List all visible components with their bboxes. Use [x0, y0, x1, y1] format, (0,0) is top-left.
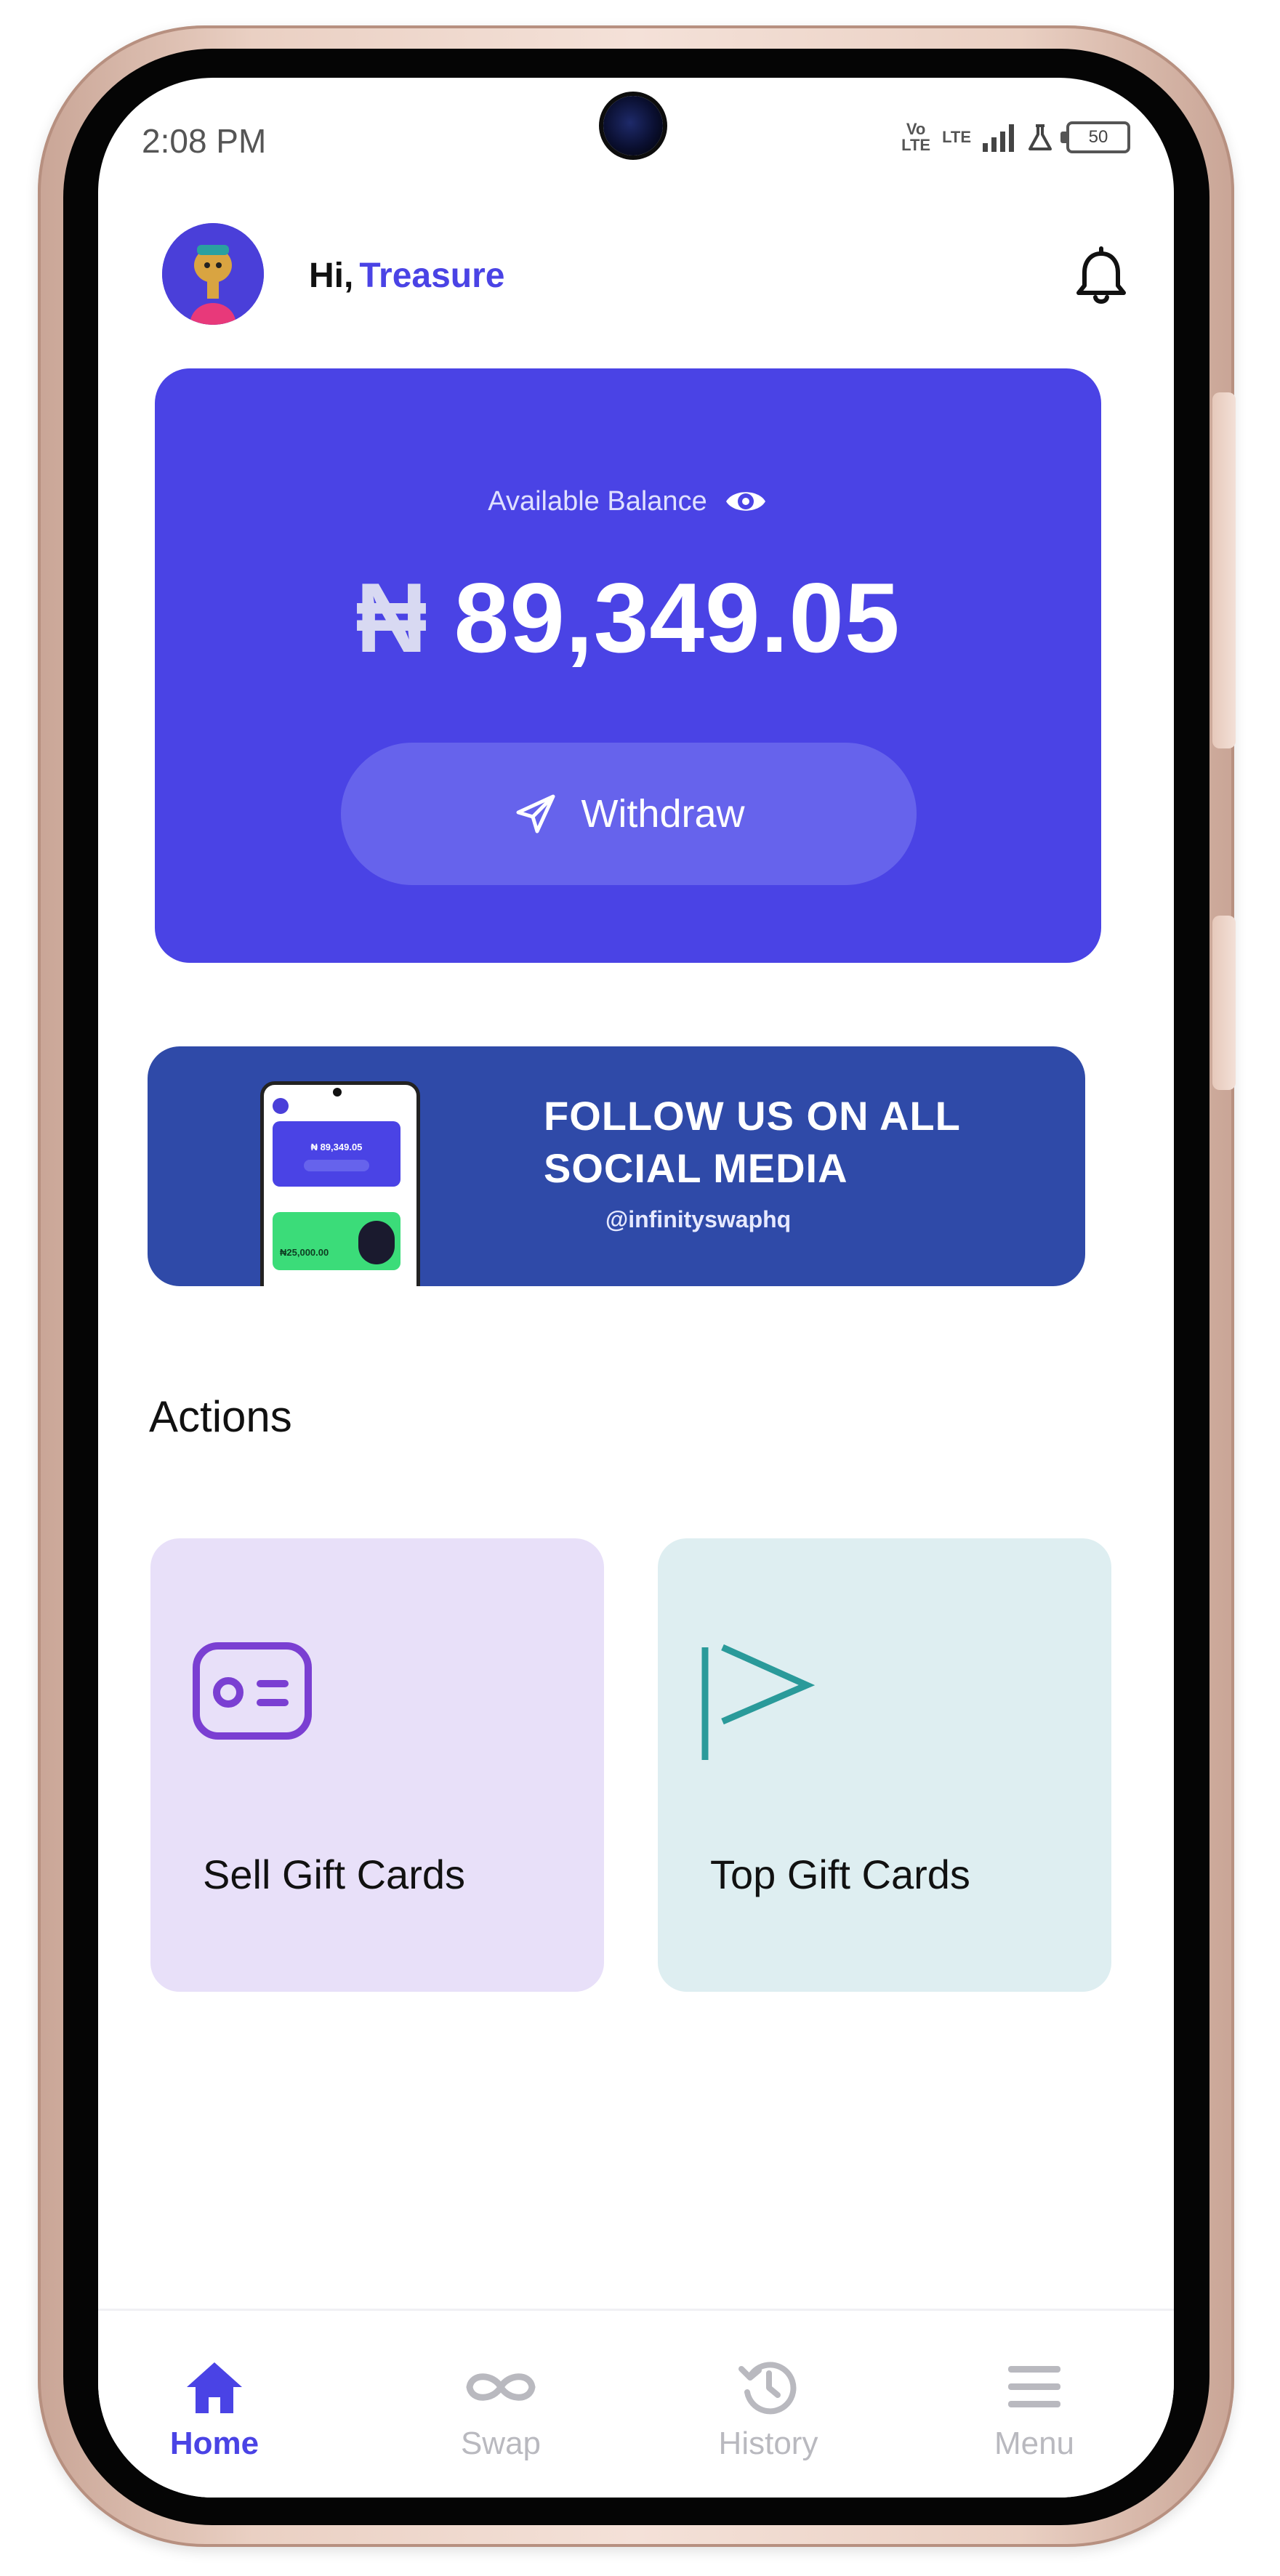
balance-value: 89,349.05 — [454, 562, 901, 673]
bell-icon[interactable] — [1068, 245, 1134, 310]
promo-banner[interactable]: ₦ 89,349.05 ₦25,000.00 FOLLOW US ON ALL … — [148, 1046, 1085, 1286]
available-balance-label: Available Balance — [488, 485, 707, 517]
infinity-icon — [466, 2373, 536, 2401]
id-card-icon — [193, 1642, 312, 1740]
mini-figure — [358, 1221, 395, 1264]
sell-gift-cards-label: Sell Gift Cards — [203, 1852, 465, 1897]
avatar-illustration — [162, 223, 264, 325]
mini-balance-amount: ₦ 89,349.05 — [310, 1142, 363, 1152]
nav-history-label: History — [718, 2426, 818, 2461]
greeting: Hi, Treasure — [309, 256, 504, 296]
menu-icon — [1008, 2366, 1060, 2407]
balance-label-row: Available Balance — [155, 483, 1101, 520]
battery-level: 50 — [1088, 127, 1108, 147]
lte-indicator: LTE — [942, 129, 971, 145]
promo-title-line1: FOLLOW US ON ALL — [544, 1093, 961, 1139]
promo-phone-mockup: ₦ 89,349.05 ₦25,000.00 — [260, 1081, 420, 1286]
mini-avatar — [273, 1098, 289, 1114]
mini-balance-card: ₦ 89,349.05 — [273, 1121, 400, 1187]
mini-withdraw-pill — [304, 1160, 369, 1171]
nav-history[interactable]: History — [696, 2354, 841, 2462]
nav-swap[interactable]: Swap — [428, 2354, 573, 2462]
withdraw-label: Withdraw — [581, 792, 745, 836]
top-gift-cards-card[interactable]: Top Gift Cards — [658, 1538, 1111, 1992]
status-time: 2:08 PM — [142, 122, 267, 160]
signal-icon — [983, 123, 1014, 152]
nav-home[interactable]: Home — [142, 2354, 287, 2462]
mini-green-amount: ₦25,000.00 — [280, 1247, 329, 1258]
eye-icon[interactable] — [723, 483, 768, 520]
paper-plane-icon — [516, 794, 555, 833]
volume-button — [1212, 392, 1236, 748]
user-name: Treasure — [359, 257, 505, 295]
power-button — [1212, 916, 1236, 1090]
volte-bottom-label: LTE — [901, 136, 931, 154]
flask-icon — [1029, 124, 1052, 150]
battery-icon: 50 — [1060, 121, 1130, 153]
nav-swap-label: Swap — [460, 2426, 542, 2461]
history-icon — [738, 2362, 797, 2415]
greeting-prefix: Hi, — [309, 257, 354, 295]
currency-symbol: ₦ — [355, 562, 428, 673]
mini-promo-card: ₦25,000.00 — [273, 1212, 400, 1270]
volte-indicator: Vo LTE — [901, 121, 930, 153]
promo-handle: @infinityswaphq — [605, 1206, 792, 1232]
home-icon — [187, 2362, 242, 2413]
nav-menu-label: Menu — [994, 2426, 1075, 2461]
balance-amount: ₦ 89,349.05 — [155, 561, 1101, 674]
front-camera — [603, 96, 663, 156]
withdraw-button[interactable]: Withdraw — [341, 743, 917, 885]
top-gift-cards-label: Top Gift Cards — [710, 1852, 970, 1897]
status-icons: Vo LTE LTE 50 — [901, 121, 1130, 153]
promo-title-line2: SOCIAL MEDIA — [544, 1145, 848, 1191]
app-screen: 2:08 PM Vo LTE LTE 50 Hi, Treasure Avail… — [98, 78, 1174, 2498]
promo-title: FOLLOW US ON ALL SOCIAL MEDIA — [544, 1090, 961, 1195]
balance-card: Available Balance ₦ 89,349.05 Withdraw — [155, 368, 1101, 963]
nav-home-label: Home — [169, 2426, 259, 2461]
lte-label: LTE — [942, 128, 971, 146]
mini-camera — [333, 1088, 342, 1097]
sell-gift-cards-card[interactable]: Sell Gift Cards — [150, 1538, 604, 1992]
avatar[interactable] — [162, 223, 264, 325]
nav-menu[interactable]: Menu — [962, 2354, 1107, 2462]
play-send-icon — [701, 1644, 816, 1760]
volte-top-label: Vo — [906, 120, 926, 138]
bottom-nav: Home Swap History Menu — [98, 2309, 1174, 2498]
actions-title: Actions — [149, 1392, 292, 1441]
